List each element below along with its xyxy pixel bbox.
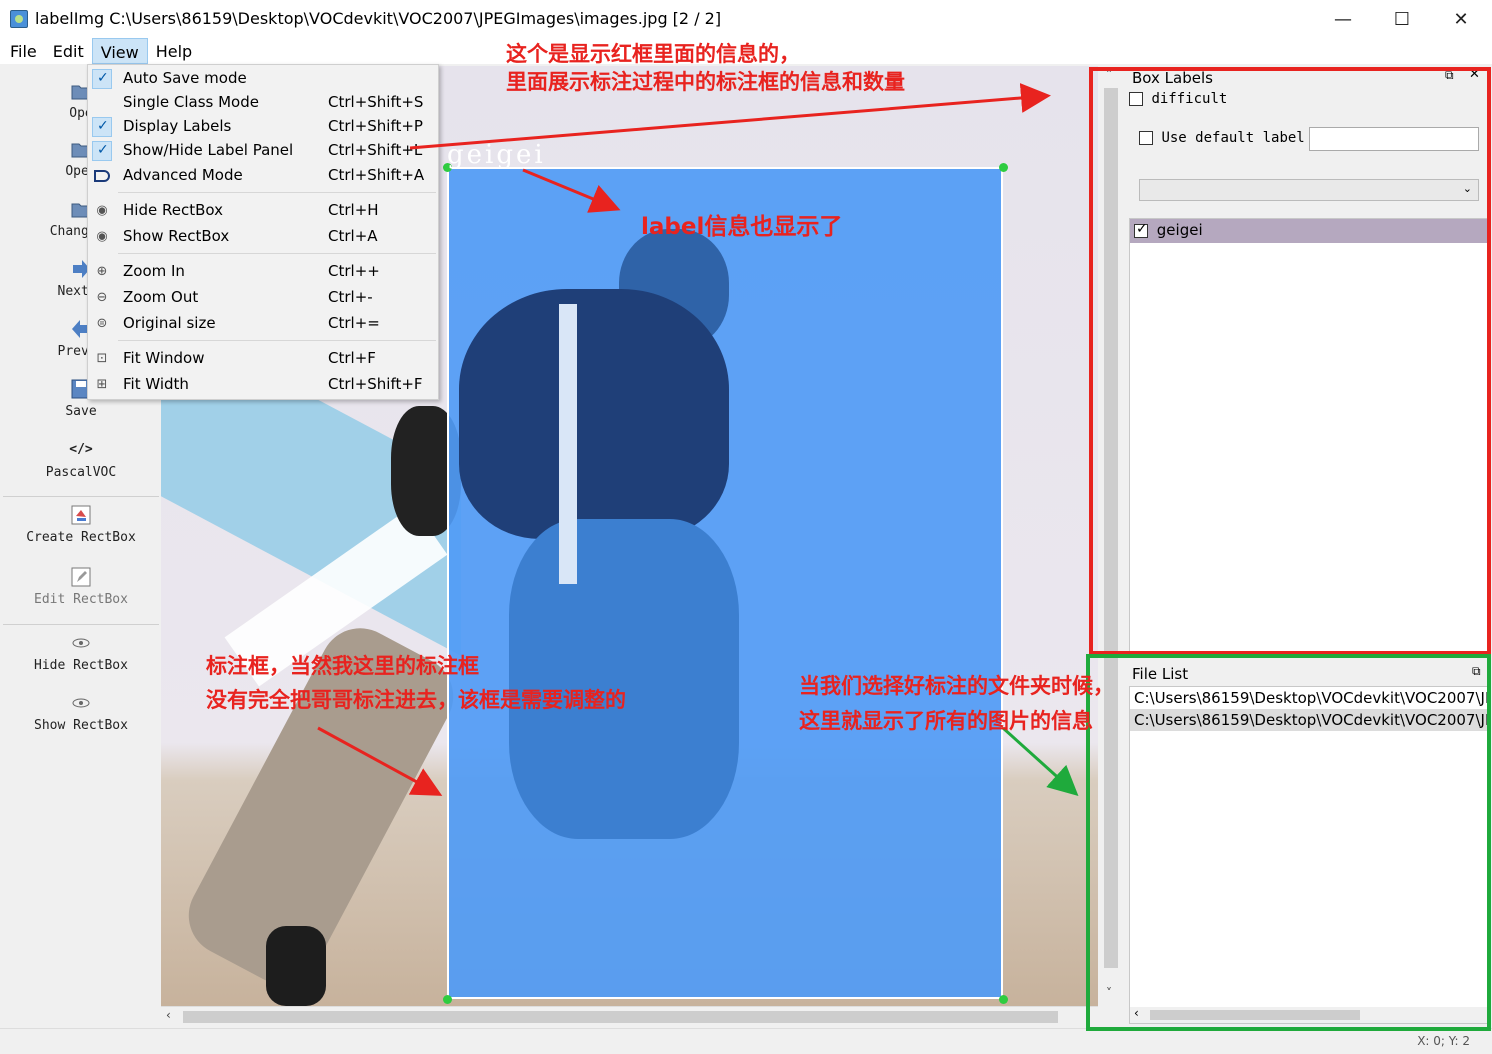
- annotation-box-line2: 没有完全把哥哥标注进去，该框是需要调整的: [206, 688, 626, 712]
- red-highlight-frame: [1089, 67, 1491, 655]
- arrow-to-box-label-text: [522, 168, 621, 213]
- arrow-to-bounding-box: [317, 726, 443, 796]
- annotation-files-line1: 当我们选择好标注的文件夹时候，: [799, 674, 1114, 698]
- arrow-to-box-labels: [409, 83, 1051, 150]
- annotation-files-line2: 这里就显示了所有的图片的信息: [799, 709, 1093, 733]
- annotation-overlay: [317, 67, 1491, 1031]
- annotation-top-line1: 这个是显示红框里面的信息的，: [506, 42, 800, 66]
- annotation-box-line1: 标注框，当然我这里的标注框: [206, 654, 479, 678]
- green-highlight-frame: [1086, 654, 1491, 1031]
- arrow-to-file-list: [1001, 726, 1079, 797]
- annotation-label: label信息也显示了: [641, 214, 843, 240]
- annotation-top-line2: 里面展示标注过程中的标注框的信息和数量: [506, 70, 905, 94]
